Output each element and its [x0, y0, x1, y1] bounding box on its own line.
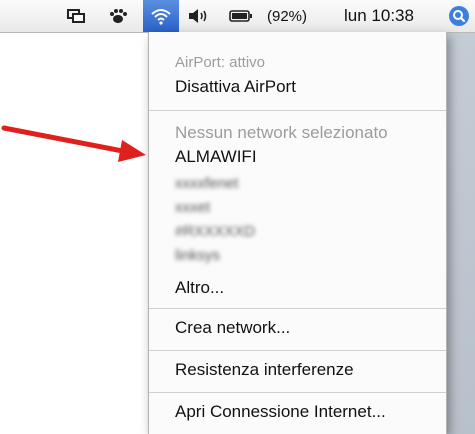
menu-separator [149, 308, 446, 309]
windows-icon[interactable] [62, 0, 90, 32]
create-network-item[interactable]: Crea network... [175, 318, 290, 338]
clock[interactable]: lun 10:38 [324, 0, 434, 32]
network-item-blurred[interactable]: linksys [175, 247, 220, 264]
left-blank-area [0, 33, 150, 434]
disable-airport-item[interactable]: Disattiva AirPort [175, 77, 296, 97]
other-network-item[interactable]: Altro... [175, 278, 224, 298]
battery-percent-label: (92%) [257, 0, 317, 32]
network-item-blurred[interactable]: #RXXXXXD [175, 223, 255, 240]
clock-text: lun 10:38 [344, 6, 414, 25]
menu-separator [149, 110, 446, 111]
open-internet-connect-item[interactable]: Apri Connessione Internet... [175, 402, 386, 422]
network-item-almawifi[interactable]: ALMAWIFI [175, 147, 257, 167]
menu-separator [149, 350, 446, 351]
no-network-label: Nessun network selezionato [175, 123, 388, 142]
paw-icon[interactable] [104, 0, 132, 32]
volume-icon[interactable] [183, 0, 213, 32]
airport-wifi-icon[interactable] [143, 0, 179, 32]
interference-robustness-item[interactable]: Resistenza interferenze [175, 360, 354, 380]
menu-bar: (92%) lun 10:38 [0, 0, 475, 33]
network-item-blurred[interactable]: xxxet [175, 199, 210, 216]
network-item-blurred[interactable]: xxxxfenet [175, 175, 238, 192]
battery-icon[interactable] [227, 0, 255, 32]
airport-menu: AirPort: attivo Disattiva AirPort Nessun… [148, 32, 447, 434]
menu-separator [149, 392, 446, 393]
airport-status: AirPort: attivo [175, 54, 266, 71]
red-arrow-annotation [1, 125, 146, 162]
battery-percent: (92%) [266, 7, 307, 25]
spotlight-icon[interactable] [443, 0, 475, 32]
